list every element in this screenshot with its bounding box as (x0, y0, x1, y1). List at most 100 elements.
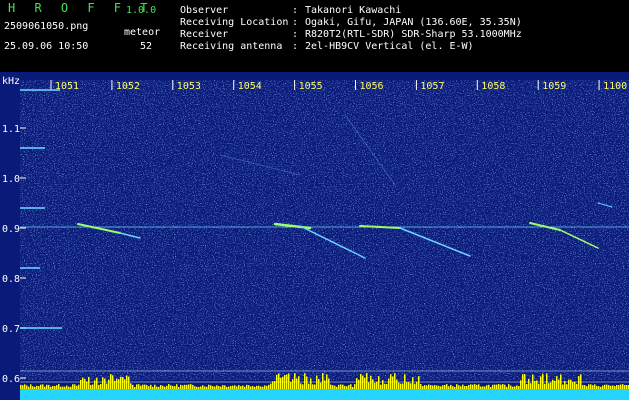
amplitude-bar (606, 384, 608, 389)
amplitude-bar (344, 385, 346, 389)
amplitude-bar (134, 386, 136, 389)
amplitude-bar (416, 381, 418, 389)
amplitude-bar (136, 384, 138, 389)
amplitude-bar (66, 385, 68, 389)
amplitude-bar (364, 377, 366, 389)
amplitude-bar (246, 384, 248, 389)
amplitude-bar (206, 386, 208, 389)
location-separator: : (292, 17, 299, 28)
amplitude-bar (234, 385, 236, 389)
amplitude-bar (318, 378, 320, 389)
amplitude-bar (336, 386, 338, 389)
amplitude-bar (618, 384, 620, 389)
receiver-separator: : (292, 29, 299, 40)
amplitude-bar (182, 385, 184, 389)
amplitude-bar (242, 385, 244, 389)
y-tick-label: 1.1 (2, 124, 20, 135)
time-tick-label: 1057 (420, 81, 444, 92)
amplitude-bar (490, 386, 492, 389)
amplitude-bar (338, 384, 340, 389)
amplitude-bar (80, 380, 82, 389)
amplitude-bar (278, 373, 280, 389)
amplitude-bar (180, 384, 182, 389)
amplitude-bar (512, 386, 514, 389)
amplitude-bar (454, 386, 456, 389)
amplitude-bar (508, 384, 510, 389)
amplitude-bar (270, 383, 272, 389)
amplitude-bar (558, 379, 560, 389)
amplitude-bar (556, 376, 558, 389)
amplitude-bar (34, 386, 36, 389)
amplitude-bar (62, 386, 64, 389)
amplitude-bar (550, 382, 552, 389)
amplitude-bar (110, 374, 112, 389)
amplitude-bar (536, 380, 538, 389)
amplitude-bar (466, 385, 468, 389)
amplitude-bar (572, 382, 574, 389)
amplitude-bar (208, 384, 210, 389)
amplitude-bar (26, 385, 28, 389)
amplitude-bar (174, 386, 176, 389)
amplitude-bar (56, 385, 58, 389)
amplitude-bar (412, 377, 414, 389)
amplitude-bar (288, 373, 290, 389)
amplitude-bar (38, 386, 40, 389)
y-tick-label: 0.6 (2, 374, 20, 385)
amplitude-bar (428, 384, 430, 389)
amplitude-bar (328, 378, 330, 389)
amplitude-bar (456, 384, 458, 389)
amplitude-bar (608, 385, 610, 389)
amplitude-bar (420, 384, 422, 389)
amplitude-bar (502, 384, 504, 389)
amplitude-bar (524, 374, 526, 389)
amplitude-bar (282, 376, 284, 389)
amplitude-bar (442, 385, 444, 389)
amplitude-bar (462, 384, 464, 389)
amplitude-bar (422, 386, 424, 389)
amplitude-bar (370, 375, 372, 389)
amplitude-bar (460, 386, 462, 389)
amplitude-bar (274, 381, 276, 389)
amplitude-bar (68, 386, 70, 389)
amplitude-bar (330, 384, 332, 389)
amplitude-bar (600, 386, 602, 389)
amplitude-bar (576, 383, 578, 389)
amplitude-bar (392, 376, 394, 389)
y-tick-label: 0.8 (2, 274, 20, 285)
amplitude-bar (470, 384, 472, 389)
amplitude-bar (384, 383, 386, 389)
amplitude-bar (78, 384, 80, 389)
amplitude-bar (332, 385, 334, 389)
amplitude-bar (284, 374, 286, 389)
amplitude-bar (538, 383, 540, 389)
amplitude-bar (346, 386, 348, 389)
location-label: Receiving Location (180, 17, 289, 28)
amplitude-bar (224, 385, 226, 389)
amplitude-bar (156, 386, 158, 389)
amplitude-bar (372, 379, 374, 389)
amplitude-bar (262, 386, 264, 389)
amplitude-bar (552, 379, 554, 389)
amplitude-bar (622, 384, 624, 389)
amplitude-bar (448, 386, 450, 389)
amplitude-bar (142, 384, 144, 389)
amplitude-bar (168, 384, 170, 389)
amplitude-bar (574, 381, 576, 389)
amplitude-bar (92, 384, 94, 389)
amplitude-bar (42, 384, 44, 389)
amplitude-bar (516, 385, 518, 389)
amplitude-bar (254, 386, 256, 389)
amplitude-bar (544, 383, 546, 389)
amplitude-bar (40, 384, 42, 389)
amplitude-bar (400, 383, 402, 389)
amplitude-bar (152, 386, 154, 389)
amplitude-bar (120, 376, 122, 389)
amplitude-bar (386, 383, 388, 389)
amplitude-bar (114, 380, 116, 389)
amplitude-bar (148, 386, 150, 389)
amplitude-bar (104, 378, 106, 389)
amplitude-bar (132, 384, 134, 389)
amplitude-bar (472, 384, 474, 389)
amplitude-bar (22, 385, 24, 389)
amplitude-bar (94, 380, 96, 389)
